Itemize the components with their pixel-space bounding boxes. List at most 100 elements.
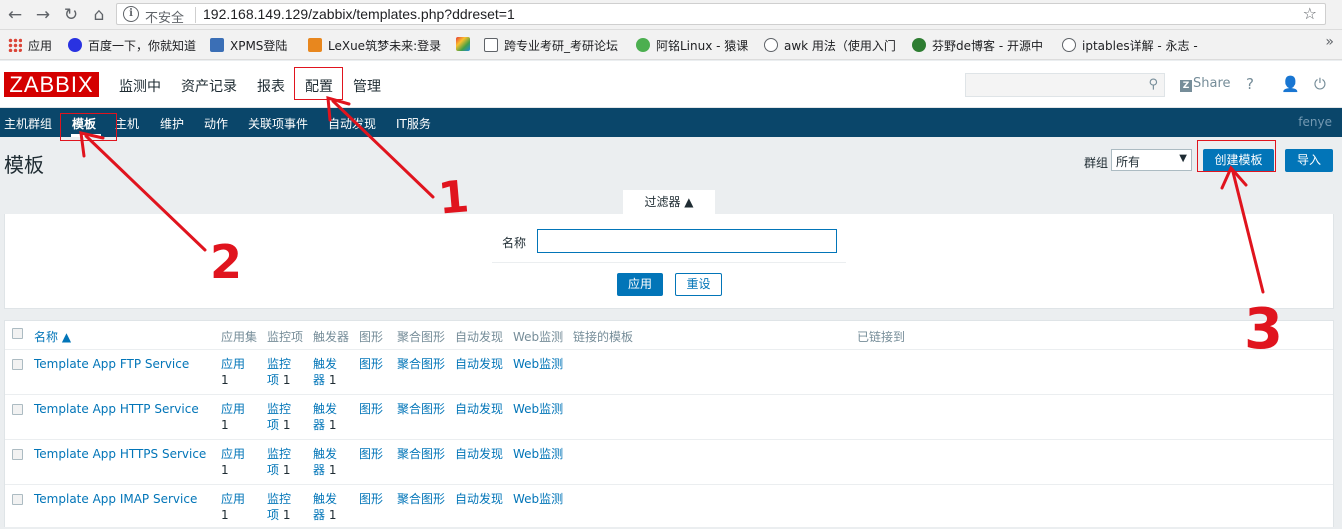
items-link[interactable]: 监控项 1 bbox=[267, 491, 295, 523]
help-icon[interactable]: ? bbox=[1246, 75, 1254, 93]
share-label: Share bbox=[1193, 76, 1231, 91]
bookmark-label: 芬野de博客 - 开源中 bbox=[932, 39, 1043, 53]
applications-link[interactable]: 应用 1 bbox=[221, 446, 249, 478]
graphs-link[interactable]: 图形 bbox=[359, 446, 383, 462]
forward-arrow-icon[interactable]: → bbox=[32, 4, 54, 26]
subnav-event-correlation[interactable]: 关联项事件 bbox=[248, 115, 308, 132]
applications-link[interactable]: 应用 1 bbox=[221, 491, 249, 523]
items-count: 1 bbox=[282, 373, 291, 387]
chevron-right-icon[interactable]: » bbox=[1325, 34, 1334, 50]
address-bar[interactable]: i 不安全 192.168.149.129/zabbix/templates.p… bbox=[116, 3, 1326, 26]
user-profile-icon[interactable]: 👤 bbox=[1281, 75, 1300, 93]
screens-link[interactable]: 聚合图形 bbox=[397, 491, 445, 507]
document-icon bbox=[484, 38, 498, 52]
triggers-link[interactable]: 触发器 1 bbox=[313, 401, 341, 433]
row-checkbox[interactable] bbox=[12, 359, 23, 370]
back-arrow-icon[interactable]: ← bbox=[4, 4, 26, 26]
url-text[interactable]: 192.168.149.129/zabbix/templates.php?ddr… bbox=[203, 6, 515, 22]
discovery-link[interactable]: 自动发现 bbox=[455, 401, 503, 417]
home-icon[interactable]: ⌂ bbox=[88, 4, 110, 26]
triggers-link[interactable]: 触发器 1 bbox=[313, 491, 341, 523]
bookmark-iptables[interactable]: iptables详解 - 永志 - bbox=[1062, 37, 1198, 54]
graphs-link[interactable]: 图形 bbox=[359, 356, 383, 372]
applications-link[interactable]: 应用 1 bbox=[221, 356, 249, 388]
discovery-link[interactable]: 自动发现 bbox=[455, 491, 503, 507]
row-checkbox[interactable] bbox=[12, 494, 23, 505]
bookmark-xpms[interactable]: XPMS登陆 bbox=[210, 37, 287, 54]
bookmark-baidu[interactable]: 百度一下，你就知道 bbox=[68, 37, 196, 54]
logout-power-icon[interactable]: ⏻ bbox=[1314, 75, 1326, 93]
web-link[interactable]: Web监测 bbox=[513, 491, 563, 507]
graphs-link[interactable]: 图形 bbox=[359, 491, 383, 507]
bookmark-label: LeXue筑梦未来:登录 bbox=[328, 39, 442, 53]
filter-tab[interactable]: 过滤器 ▲ bbox=[623, 190, 715, 215]
bookmark-label: 应用 bbox=[28, 39, 53, 53]
group-select[interactable]: 所有 ▼ bbox=[1111, 149, 1192, 171]
share-button[interactable]: Z Share bbox=[1180, 76, 1231, 92]
row-checkbox[interactable] bbox=[12, 404, 23, 415]
apply-button[interactable]: 应用 bbox=[617, 273, 663, 296]
bookmark-kaoyan[interactable]: 跨专业考研_考研论坛 bbox=[484, 37, 618, 54]
page-title: 模板 bbox=[4, 153, 44, 177]
table-row: Template App HTTPS Service 应用 1 监控项 1 触发… bbox=[5, 439, 1333, 484]
menu-monitoring[interactable]: 监测中 bbox=[119, 76, 161, 96]
blog-icon bbox=[764, 38, 778, 52]
items-link[interactable]: 监控项 1 bbox=[267, 446, 295, 478]
subnav-hosts[interactable]: 主机 bbox=[115, 115, 139, 132]
select-all-checkbox[interactable] bbox=[12, 328, 23, 339]
web-link[interactable]: Web监测 bbox=[513, 356, 563, 372]
bookmark-awk[interactable]: awk 用法（使用入门 bbox=[764, 37, 896, 54]
triggers-count: 1 bbox=[328, 463, 337, 477]
menu-reports[interactable]: 报表 bbox=[257, 76, 285, 96]
items-link[interactable]: 监控项 1 bbox=[267, 401, 295, 433]
header-discovery: 自动发现 bbox=[455, 330, 504, 344]
bookmark-colorful[interactable] bbox=[456, 37, 476, 52]
triggers-link[interactable]: 触发器 1 bbox=[313, 356, 341, 388]
table-row: Template App FTP Service 应用 1 监控项 1 触发器 … bbox=[5, 349, 1333, 394]
search-input[interactable]: ⚲ bbox=[965, 73, 1165, 97]
menu-administration[interactable]: 管理 bbox=[353, 76, 381, 96]
web-link[interactable]: Web监测 bbox=[513, 446, 563, 462]
zabbix-logo[interactable]: ZABBIX bbox=[4, 72, 99, 97]
bookmark-apps[interactable]: 应用 bbox=[8, 37, 52, 54]
applications-label: 应用 bbox=[221, 402, 246, 416]
web-link[interactable]: Web监测 bbox=[513, 401, 563, 417]
bookmark-aming[interactable]: 阿铭Linux - 猿课 bbox=[636, 37, 748, 54]
filter-name-input[interactable] bbox=[537, 229, 837, 253]
applications-label: 应用 bbox=[221, 492, 246, 506]
reload-icon[interactable]: ↻ bbox=[60, 4, 82, 26]
subnav-discovery[interactable]: 自动发现 bbox=[328, 115, 376, 132]
reset-button[interactable]: 重设 bbox=[675, 273, 722, 296]
items-link[interactable]: 监控项 1 bbox=[267, 356, 295, 388]
template-name-link[interactable]: Template App IMAP Service bbox=[34, 491, 197, 507]
screens-link[interactable]: 聚合图形 bbox=[397, 446, 445, 462]
search-icon[interactable]: ⚲ bbox=[1148, 77, 1158, 92]
screens-link[interactable]: 聚合图形 bbox=[397, 401, 445, 417]
info-icon[interactable]: i bbox=[123, 6, 139, 22]
templates-table: 名称 ▲ 应用集 监控项 触发器 图形 聚合图形 自动发现 Web监测 链接的模… bbox=[4, 320, 1334, 527]
subnav-host-groups[interactable]: 主机群组 bbox=[4, 115, 52, 132]
row-checkbox[interactable] bbox=[12, 449, 23, 460]
menu-inventory[interactable]: 资产记录 bbox=[181, 76, 237, 96]
lexue-icon bbox=[308, 38, 322, 52]
triggers-link[interactable]: 触发器 1 bbox=[313, 446, 341, 478]
header-applications: 应用集 bbox=[221, 330, 258, 344]
screens-link[interactable]: 聚合图形 bbox=[397, 356, 445, 372]
template-name-link[interactable]: Template App HTTP Service bbox=[34, 401, 199, 417]
discovery-link[interactable]: 自动发现 bbox=[455, 446, 503, 462]
items-count: 1 bbox=[282, 508, 291, 522]
star-icon[interactable]: ☆ bbox=[1303, 4, 1317, 23]
subnav-maintenance[interactable]: 维护 bbox=[160, 115, 184, 132]
bookmark-lexue[interactable]: LeXue筑梦未来:登录 bbox=[308, 37, 441, 54]
zabbix-header: ZABBIX 监测中 资产记录 报表 配置 管理 ⚲ Z Share ? 👤 ⏻ bbox=[0, 61, 1342, 108]
graphs-link[interactable]: 图形 bbox=[359, 401, 383, 417]
applications-link[interactable]: 应用 1 bbox=[221, 401, 249, 433]
import-button[interactable]: 导入 bbox=[1285, 149, 1333, 172]
header-name[interactable]: 名称 ▲ bbox=[34, 328, 71, 345]
discovery-link[interactable]: 自动发现 bbox=[455, 356, 503, 372]
subnav-it-services[interactable]: IT服务 bbox=[396, 115, 431, 132]
template-name-link[interactable]: Template App HTTPS Service bbox=[34, 446, 206, 462]
bookmark-fenye[interactable]: 芬野de博客 - 开源中 bbox=[912, 37, 1043, 54]
template-name-link[interactable]: Template App FTP Service bbox=[34, 356, 189, 372]
subnav-actions[interactable]: 动作 bbox=[204, 115, 228, 132]
